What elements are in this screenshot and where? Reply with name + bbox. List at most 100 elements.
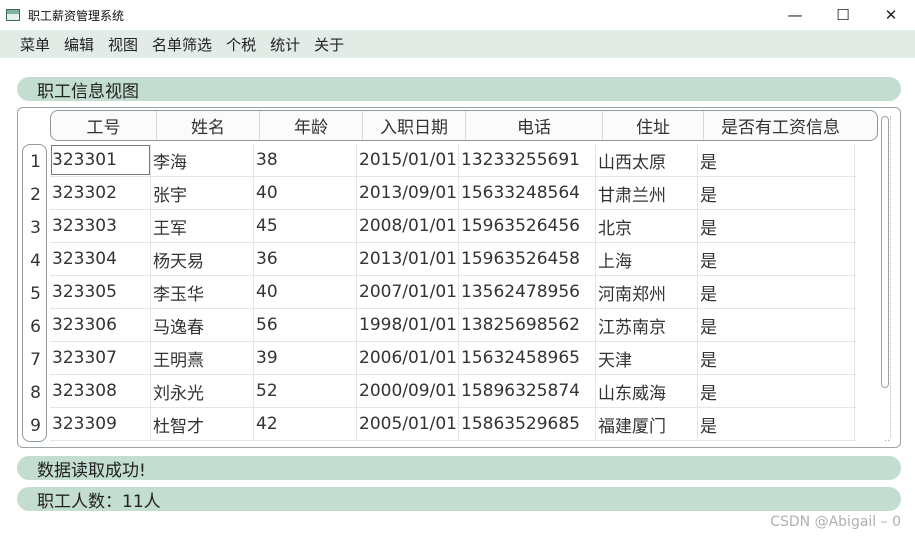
cell-address[interactable]: 江苏南京 [596, 309, 698, 341]
status-message: 数据读取成功! [17, 456, 901, 481]
cell-has-salary[interactable]: 是 [698, 144, 855, 176]
row-number[interactable]: 8 [23, 376, 48, 409]
menu-item-menu[interactable]: 菜单 [14, 34, 56, 55]
cell-name[interactable]: 李海 [151, 144, 254, 176]
header-col-phone[interactable]: 电话 [466, 111, 603, 140]
table-row[interactable]: 323306 马逸春 56 1998/01/01 13825698562 江苏南京是 [50, 309, 856, 342]
row-number[interactable]: 7 [23, 343, 48, 376]
row-number[interactable]: 9 [23, 409, 48, 442]
row-number[interactable]: 2 [23, 178, 48, 211]
cell-id[interactable]: 323303 [50, 210, 151, 242]
menu-item-stats[interactable]: 统计 [264, 34, 306, 55]
cell-id[interactable]: 323304 [50, 243, 151, 275]
cell-name[interactable]: 杨天易 [151, 243, 254, 275]
cell-age[interactable]: 42 [254, 408, 357, 440]
cell-address[interactable]: 河南郑州 [596, 276, 698, 308]
cell-age[interactable]: 40 [254, 177, 357, 209]
close-button[interactable]: ✕ [867, 0, 915, 30]
cell-phone[interactable]: 13562478956 [459, 276, 596, 308]
cell-hire-date[interactable]: 2007/01/01 [357, 276, 459, 308]
cell-age[interactable]: 36 [254, 243, 357, 275]
menu-item-filter[interactable]: 名单筛选 [146, 34, 218, 55]
cell-address[interactable]: 上海 [596, 243, 698, 275]
cell-hire-date[interactable]: 2015/01/01 [357, 144, 459, 176]
cell-id[interactable]: 323306 [50, 309, 151, 341]
vertical-scrollbar[interactable] [881, 116, 889, 388]
header-col-hire-date[interactable]: 入职日期 [363, 111, 466, 140]
table-row[interactable]: 323305 李玉华 40 2007/01/01 13562478956 河南郑州是 [50, 276, 856, 309]
cell-phone[interactable]: 13233255691 [459, 144, 596, 176]
cell-hire-date[interactable]: 2005/01/01 [357, 408, 459, 440]
cell-age[interactable]: 40 [254, 276, 357, 308]
menu-item-about[interactable]: 关于 [308, 34, 350, 55]
cell-name[interactable]: 张宇 [151, 177, 254, 209]
cell-hire-date[interactable]: 2008/01/01 [357, 210, 459, 242]
cell-has-salary[interactable]: 是 [698, 408, 855, 440]
cell-has-salary[interactable]: 是 [698, 210, 855, 242]
row-number[interactable]: 6 [23, 310, 48, 343]
menu-item-tax[interactable]: 个税 [220, 34, 262, 55]
cell-has-salary[interactable]: 是 [698, 243, 855, 275]
cell-phone[interactable]: 15963526458 [459, 243, 596, 275]
cell-has-salary[interactable]: 是 [698, 342, 855, 374]
cell-age[interactable]: 38 [254, 144, 357, 176]
cell-id[interactable]: 323309 [50, 408, 151, 440]
header-col-name[interactable]: 姓名 [157, 111, 260, 140]
table-row[interactable]: 323309 杜智才 42 2005/01/01 15863529685 福建厦门是 [50, 408, 856, 441]
cell-has-salary[interactable]: 是 [698, 276, 855, 308]
menu-item-edit[interactable]: 编辑 [58, 34, 100, 55]
cell-address[interactable]: 天津 [596, 342, 698, 374]
cell-hire-date[interactable]: 2013/01/01 [357, 243, 459, 275]
cell-name[interactable]: 刘永光 [151, 375, 254, 407]
cell-phone[interactable]: 15863529685 [459, 408, 596, 440]
cell-hire-date[interactable]: 1998/01/01 [357, 309, 459, 341]
row-number[interactable]: 5 [23, 277, 48, 310]
row-number[interactable]: 3 [23, 211, 48, 244]
header-col-age[interactable]: 年龄 [260, 111, 363, 140]
maximize-button[interactable]: ☐ [819, 0, 867, 30]
cell-name[interactable]: 李玉华 [151, 276, 254, 308]
cell-phone[interactable]: 13825698562 [459, 309, 596, 341]
cell-age[interactable]: 56 [254, 309, 357, 341]
menu-item-view[interactable]: 视图 [102, 34, 144, 55]
cell-age[interactable]: 52 [254, 375, 357, 407]
cell-phone[interactable]: 15632458965 [459, 342, 596, 374]
row-number[interactable]: 4 [23, 244, 48, 277]
cell-has-salary[interactable]: 是 [698, 177, 855, 209]
header-col-has-salary[interactable]: 是否有工资信息 [704, 111, 857, 140]
cell-hire-date[interactable]: 2006/01/01 [357, 342, 459, 374]
cell-id[interactable]: 323307 [50, 342, 151, 374]
cell-id[interactable]: 323305 [50, 276, 151, 308]
cell-address[interactable]: 山西太原 [596, 144, 698, 176]
table-row[interactable]: 323307 王明熹 39 2006/01/01 15632458965 天津是 [50, 342, 856, 375]
cell-hire-date[interactable]: 2000/09/01 [357, 375, 459, 407]
cell-address[interactable]: 北京 [596, 210, 698, 242]
minimize-button[interactable]: — [771, 0, 819, 30]
cell-has-salary[interactable]: 是 [698, 309, 855, 341]
cell-hire-date[interactable]: 2013/09/01 [357, 177, 459, 209]
table-row[interactable]: 323302 张宇 40 2013/09/01 15633248564 甘肃兰州是 [50, 177, 856, 210]
cell-phone[interactable]: 15963526456 [459, 210, 596, 242]
table-row[interactable]: 323304 杨天易 36 2013/01/01 15963526458 上海是 [50, 243, 856, 276]
cell-name[interactable]: 王明熹 [151, 342, 254, 374]
cell-address[interactable]: 福建厦门 [596, 408, 698, 440]
cell-id[interactable]: 323308 [50, 375, 151, 407]
cell-name[interactable]: 王军 [151, 210, 254, 242]
cell-has-salary[interactable]: 是 [698, 375, 855, 407]
header-col-id[interactable]: 工号 [51, 111, 157, 140]
cell-address[interactable]: 山东威海 [596, 375, 698, 407]
cell-age[interactable]: 39 [254, 342, 357, 374]
cell-phone[interactable]: 15633248564 [459, 177, 596, 209]
cell-name[interactable]: 马逸春 [151, 309, 254, 341]
cell-address[interactable]: 甘肃兰州 [596, 177, 698, 209]
table-row[interactable]: 323303 王军 45 2008/01/01 15963526456 北京是 [50, 210, 856, 243]
cell-phone[interactable]: 15896325874 [459, 375, 596, 407]
cell-id[interactable]: 323302 [50, 177, 151, 209]
cell-age[interactable]: 45 [254, 210, 357, 242]
cell-name[interactable]: 杜智才 [151, 408, 254, 440]
row-number[interactable]: 1 [23, 145, 48, 178]
table-row[interactable]: 323301 李海 38 2015/01/01 13233255691 山西太原是 [50, 144, 856, 177]
cell-id[interactable]: 323301 [50, 144, 151, 176]
table-row[interactable]: 323308 刘永光 52 2000/09/01 15896325874 山东威海是 [50, 375, 856, 408]
header-col-address[interactable]: 住址 [603, 111, 704, 140]
